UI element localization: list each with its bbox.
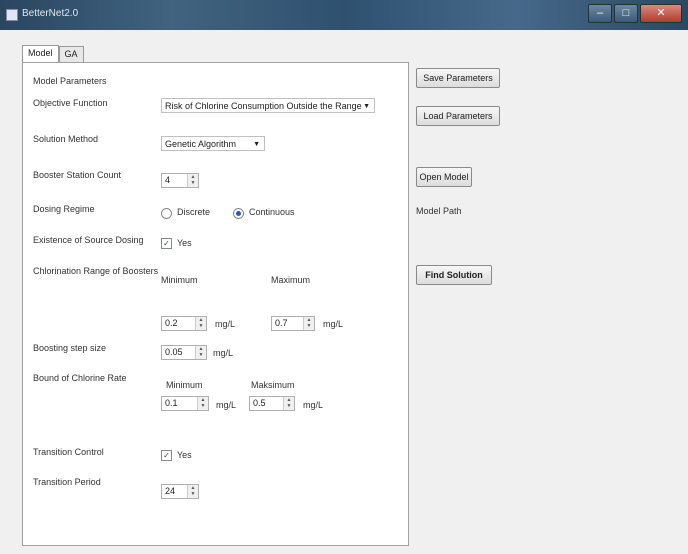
tab-ga[interactable]: GA — [58, 46, 84, 62]
bound-label: Bound of Chlorine Rate — [33, 373, 127, 383]
chevron-down-icon: ▼ — [363, 103, 370, 110]
range-max-stepper[interactable]: 0.7 ▲ ▼ — [271, 316, 315, 331]
source-label: Existence of Source Dosing — [33, 235, 144, 245]
range-min-value: 0.2 — [165, 318, 178, 328]
transition-yes: Yes — [177, 450, 192, 460]
title-bar: BetterNet2.0 – □ ✕ — [0, 0, 688, 30]
window-title: BetterNet2.0 — [22, 8, 79, 19]
step-label: Boosting step size — [33, 343, 107, 353]
bound-max-unit: mg/L — [303, 400, 324, 410]
transition-label: Transition Control — [33, 447, 104, 457]
save-parameters-button[interactable]: Save Parameters — [416, 68, 500, 88]
spin-arrows-icon[interactable]: ▲ ▼ — [195, 346, 206, 359]
range-min-unit: mg/L — [215, 319, 236, 329]
bound-max-value: 0.5 — [253, 398, 266, 408]
open-model-button[interactable]: Open Model — [416, 167, 472, 187]
group-label: Model Parameters — [33, 76, 107, 86]
bound-max-stepper[interactable]: 0.5 ▲ ▼ — [249, 396, 295, 411]
source-yes: Yes — [177, 238, 192, 248]
close-button[interactable]: ✕ — [640, 4, 682, 23]
range-label: Chlorination Range of Boosters — [33, 266, 159, 276]
range-min-stepper[interactable]: 0.2 ▲ ▼ — [161, 316, 207, 331]
spin-arrows-icon[interactable]: ▲ ▼ — [303, 317, 314, 330]
range-min-caption: Minimum — [161, 275, 198, 285]
discrete-radio[interactable] — [161, 208, 172, 219]
minimize-button[interactable]: – — [588, 4, 612, 23]
step-stepper[interactable]: 0.05 ▲ ▼ — [161, 345, 207, 360]
tab-model[interactable]: Model — [22, 45, 59, 62]
source-checkbox[interactable]: ✓ — [161, 238, 172, 249]
dosing-label: Dosing Regime — [33, 204, 95, 214]
spin-arrows-icon[interactable]: ▲ ▼ — [187, 174, 198, 187]
model-path-label: Model Path — [416, 206, 462, 216]
objective-select[interactable]: Risk of Chlorine Consumption Outside the… — [161, 98, 375, 113]
tab-strip: Model GA — [22, 45, 84, 62]
solution-label: Solution Method — [33, 134, 99, 144]
spin-arrows-icon[interactable]: ▲ ▼ — [187, 485, 198, 498]
solution-value: Genetic Algorithm — [165, 139, 237, 149]
spin-arrows-icon[interactable]: ▲ ▼ — [283, 397, 294, 410]
bound-min-unit: mg/L — [216, 400, 237, 410]
spin-arrows-icon[interactable]: ▲ ▼ — [195, 317, 206, 330]
app-icon — [6, 9, 18, 21]
step-unit: mg/L — [213, 348, 234, 358]
step-value: 0.05 — [165, 347, 183, 357]
continuous-radio[interactable] — [233, 208, 244, 219]
discrete-label: Discrete — [177, 207, 211, 217]
find-solution-button[interactable]: Find Solution — [416, 265, 492, 285]
load-parameters-button[interactable]: Load Parameters — [416, 106, 500, 126]
booster-label: Booster Station Count — [33, 170, 122, 180]
range-max-unit: mg/L — [323, 319, 344, 329]
maximize-button[interactable]: □ — [614, 4, 638, 23]
objective-label: Objective Function — [33, 98, 108, 108]
chevron-down-icon: ▼ — [253, 141, 260, 148]
period-label: Transition Period — [33, 477, 101, 487]
bound-min-stepper[interactable]: 0.1 ▲ ▼ — [161, 396, 209, 411]
objective-value: Risk of Chlorine Consumption Outside the… — [165, 101, 362, 111]
period-stepper[interactable]: 24 ▲ ▼ — [161, 484, 199, 499]
booster-value: 4 — [165, 175, 171, 185]
spin-arrows-icon[interactable]: ▲ ▼ — [197, 397, 208, 410]
model-panel: Model Parameters Objective Function Risk… — [22, 62, 409, 546]
booster-stepper[interactable]: 4 ▲ ▼ — [161, 173, 199, 188]
bound-max-caption: Maksimum — [251, 380, 295, 390]
bound-min-caption: Minimum — [166, 380, 203, 390]
range-max-value: 0.7 — [275, 318, 288, 328]
bound-min-value: 0.1 — [165, 398, 178, 408]
transition-checkbox[interactable]: ✓ — [161, 450, 172, 461]
period-value: 24 — [165, 486, 176, 496]
continuous-label: Continuous — [249, 207, 295, 217]
solution-select[interactable]: Genetic Algorithm ▼ — [161, 136, 265, 151]
range-max-caption: Maximum — [271, 275, 311, 285]
